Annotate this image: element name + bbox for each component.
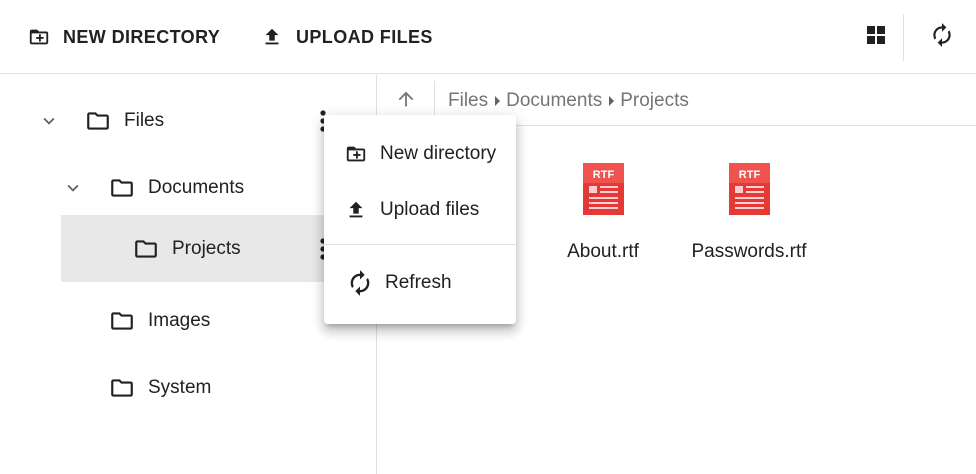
menu-item-refresh[interactable]: Refresh <box>324 255 516 311</box>
folder-icon <box>107 306 137 336</box>
chevron-down-icon[interactable] <box>61 176 85 200</box>
file-item-about[interactable]: RTF About.rtf <box>528 163 678 283</box>
folder-icon <box>83 106 113 136</box>
file-name: About.rtf <box>567 241 639 262</box>
tree-item-label: System <box>148 376 212 398</box>
file-type-badge: RTF <box>739 169 761 181</box>
breadcrumb-item[interactable]: Files <box>448 90 488 112</box>
tree-item-documents[interactable]: Documents <box>0 154 377 221</box>
file-name: Passwords.rtf <box>691 241 807 262</box>
tree-item-label: Projects <box>172 237 241 259</box>
upload-files-button[interactable]: UPLOAD FILES <box>261 0 433 74</box>
folder-icon <box>107 373 137 403</box>
folder-tree: Files Documents Projects Images System <box>0 75 377 474</box>
folder-plus-icon <box>28 26 50 48</box>
grid-view-button[interactable] <box>851 0 901 74</box>
new-directory-label: NEW DIRECTORY <box>63 26 221 47</box>
menu-item-label: Refresh <box>385 272 452 293</box>
tree-item-label: Images <box>148 309 211 331</box>
upload-icon <box>261 26 283 48</box>
folder-plus-icon <box>344 142 368 166</box>
new-directory-button[interactable]: NEW DIRECTORY <box>28 0 220 74</box>
context-menu: New directory Upload files Refresh <box>324 115 516 324</box>
breadcrumb-item[interactable]: Documents <box>506 90 602 112</box>
menu-item-label: New directory <box>380 143 497 164</box>
file-item-passwords[interactable]: RTF Passwords.rtf <box>674 163 824 283</box>
menu-item-label: Upload files <box>380 199 480 220</box>
menu-item-new-directory[interactable]: New directory <box>324 126 516 182</box>
file-manager-app: NEW DIRECTORY UPLOAD FILES Files Documen… <box>0 0 976 474</box>
menu-divider <box>324 244 516 245</box>
toolbar-divider <box>903 14 904 61</box>
tree-item-system[interactable]: System <box>0 354 377 421</box>
toolbar: NEW DIRECTORY UPLOAD FILES <box>0 0 976 74</box>
chevron-down-icon[interactable] <box>37 109 61 133</box>
file-type-badge: RTF <box>593 169 615 181</box>
refresh-icon <box>346 269 374 297</box>
menu-item-upload-files[interactable]: Upload files <box>324 182 516 238</box>
arrow-up-icon[interactable] <box>394 87 418 111</box>
tree-item-images[interactable]: Images <box>0 287 377 354</box>
upload-files-label: UPLOAD FILES <box>296 26 433 47</box>
caret-right-icon <box>602 95 620 107</box>
breadcrumb-item[interactable]: Projects <box>620 90 689 112</box>
rtf-file-icon: RTF <box>729 163 770 215</box>
tree-item-label: Documents <box>148 176 245 198</box>
refresh-icon <box>929 22 955 53</box>
refresh-button[interactable] <box>917 0 967 74</box>
tree-item-files[interactable]: Files <box>0 87 377 154</box>
folder-icon <box>107 173 137 203</box>
rtf-file-icon: RTF <box>583 163 624 215</box>
grid-view-icon <box>867 25 885 49</box>
folder-icon <box>131 234 161 264</box>
upload-icon <box>344 198 368 222</box>
tree-item-label: Files <box>124 109 165 131</box>
caret-right-icon <box>488 95 506 107</box>
